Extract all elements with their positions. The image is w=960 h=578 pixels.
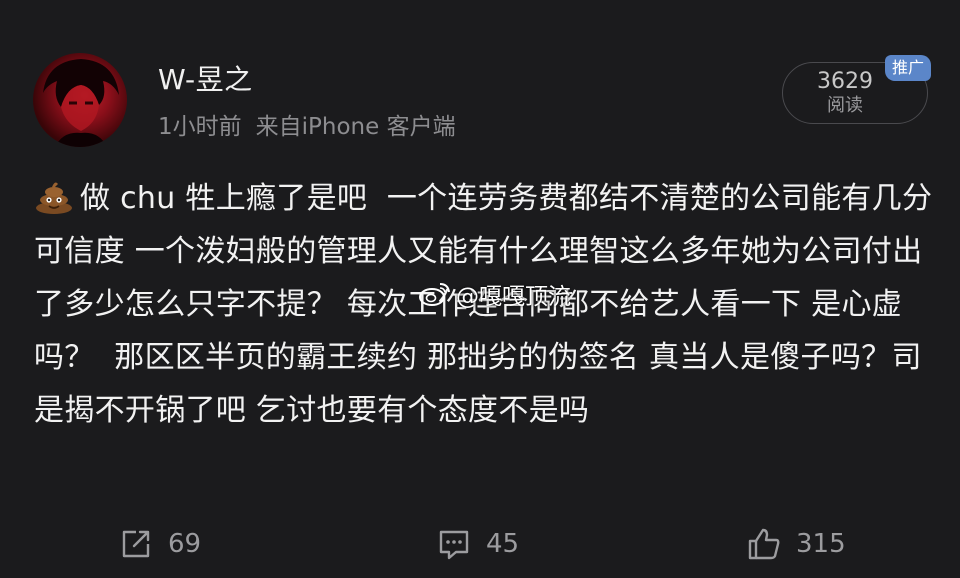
watermark: @嘎嘎顶流 bbox=[418, 276, 571, 312]
like-count: 315 bbox=[796, 529, 846, 559]
weibo-icon bbox=[419, 283, 450, 306]
read-count-badge[interactable]: 3629 阅读 推广 bbox=[782, 55, 931, 124]
thumbs-up-icon bbox=[748, 528, 780, 560]
post-source: 来自iPhone 客户端 bbox=[255, 114, 456, 140]
avatar-portrait-icon bbox=[43, 59, 119, 147]
post-meta: 1小时前 来自iPhone 客户端 bbox=[158, 112, 456, 142]
like-button[interactable]: 315 bbox=[746, 522, 846, 566]
poop-icon bbox=[36, 182, 72, 214]
watermark-text: @嘎嘎顶流 bbox=[456, 284, 571, 310]
avatar[interactable] bbox=[33, 53, 127, 147]
read-label: 阅读 bbox=[827, 95, 863, 116]
comment-count: 45 bbox=[486, 529, 520, 559]
weibo-post: W-昱之 1小时前 来自iPhone 客户端 3629 阅读 推广 做 chu 牲… bbox=[0, 0, 960, 578]
comment-icon bbox=[439, 530, 469, 560]
repost-count: 69 bbox=[168, 529, 202, 559]
promo-tag[interactable]: 推广 bbox=[885, 55, 931, 81]
repost-icon bbox=[122, 530, 150, 558]
repost-button[interactable]: 69 bbox=[118, 522, 201, 566]
post-time: 1小时前 bbox=[158, 114, 242, 140]
comment-button[interactable]: 45 bbox=[436, 522, 519, 566]
username[interactable]: W-昱之 bbox=[158, 62, 253, 98]
